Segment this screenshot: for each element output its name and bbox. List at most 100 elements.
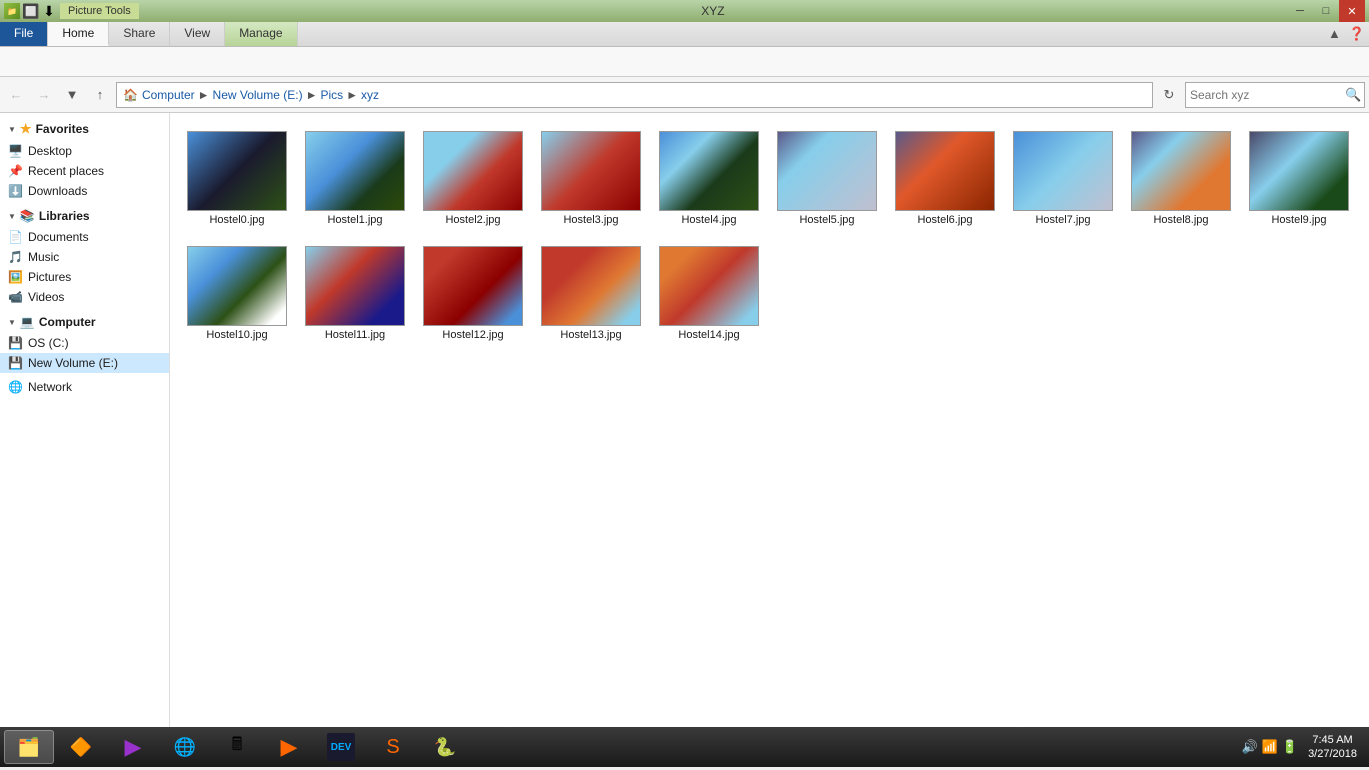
volume-e-icon: 💾 (8, 356, 23, 370)
file-thumb-11 (305, 246, 405, 326)
file-item-10[interactable]: Hostel10.jpg (182, 240, 292, 347)
file-name-10: Hostel10.jpg (206, 329, 267, 341)
file-name-14: Hostel14.jpg (678, 329, 739, 341)
sidebar-item-documents[interactable]: 📄 Documents (0, 227, 169, 247)
taskbar-item-chrome[interactable]: 🌐 (160, 730, 210, 764)
libraries-icon: 📚 (20, 209, 35, 223)
file-item-14[interactable]: Hostel14.jpg (654, 240, 764, 347)
file-thumb-14 (659, 246, 759, 326)
favorites-header[interactable]: ▼ ★ Favorites (0, 117, 169, 141)
file-item-5[interactable]: Hostel5.jpg (772, 125, 882, 232)
sidebar-item-videos[interactable]: 📹 Videos (0, 287, 169, 307)
battery-icon[interactable]: 🔋 (1282, 739, 1298, 755)
file-name-1: Hostel1.jpg (327, 214, 382, 226)
quick-access-2[interactable]: ⬇ (42, 4, 56, 18)
sublime-icon: S (379, 733, 407, 761)
file-item-12[interactable]: Hostel12.jpg (418, 240, 528, 347)
star-icon: ★ (20, 121, 32, 137)
libraries-header[interactable]: ▼ 📚 Libraries (0, 205, 169, 227)
address-bar: ← → ▼ ↑ 🏠 Computer ► New Volume (E:) ► P… (0, 77, 1369, 113)
tab-share[interactable]: Share (109, 22, 170, 46)
tab-manage[interactable]: Manage (225, 22, 297, 46)
path-volume[interactable]: New Volume (E:) (213, 88, 303, 102)
search-box[interactable]: 🔍 (1185, 82, 1365, 108)
sidebar-item-volume-e[interactable]: 💾 New Volume (E:) (0, 353, 169, 373)
file-item-2[interactable]: Hostel2.jpg (418, 125, 528, 232)
maximize-button[interactable]: □ (1313, 0, 1339, 22)
tab-home[interactable]: Home (48, 22, 109, 46)
taskbar-item-sublime[interactable]: S (368, 730, 418, 764)
file-item-13[interactable]: Hostel13.jpg (536, 240, 646, 347)
file-item-4[interactable]: Hostel4.jpg (654, 125, 764, 232)
file-item-7[interactable]: Hostel7.jpg (1008, 125, 1118, 232)
path-pics[interactable]: Pics (320, 88, 343, 102)
file-item-6[interactable]: Hostel6.jpg (890, 125, 1000, 232)
taskbar-item-calc[interactable]: 🖩 (212, 730, 262, 764)
sidebar-item-osc[interactable]: 💾 OS (C:) (0, 333, 169, 353)
address-path[interactable]: 🏠 Computer ► New Volume (E:) ► Pics ► xy… (116, 82, 1153, 108)
sidebar-item-desktop[interactable]: 🖥️ Desktop (0, 141, 169, 161)
calc-icon: 🖩 (223, 733, 251, 761)
refresh-button[interactable]: ↻ (1157, 83, 1181, 107)
taskbar-clock[interactable]: 7:45 AM 3/27/2018 (1300, 733, 1365, 762)
sidebar-item-recent[interactable]: 📌 Recent places (0, 161, 169, 181)
volume-e-label: New Volume (E:) (28, 356, 118, 370)
taskbar-item-dev[interactable]: DEV (316, 730, 366, 764)
minimize-button[interactable]: ─ (1287, 0, 1313, 22)
ribbon-content (0, 47, 1369, 77)
videos-label: Videos (28, 290, 64, 304)
taskbar-item-player[interactable]: ▶ (264, 730, 314, 764)
clock-time: 7:45 AM (1312, 733, 1352, 747)
search-icon: 🔍 (1345, 87, 1361, 103)
path-xyz[interactable]: xyz (361, 88, 379, 102)
media-icon: ▶ (119, 733, 147, 761)
file-item-9[interactable]: Hostel9.jpg (1244, 125, 1354, 232)
tab-file[interactable]: File (0, 22, 48, 46)
file-item-0[interactable]: Hostel0.jpg (182, 125, 292, 232)
back-button[interactable]: ← (4, 83, 28, 107)
explorer-icon: 🗂️ (15, 733, 43, 761)
forward-button[interactable]: → (32, 83, 56, 107)
path-home-icon: 🏠 (123, 88, 138, 102)
dropdown-button[interactable]: ▼ (60, 83, 84, 107)
file-item-8[interactable]: Hostel8.jpg (1126, 125, 1236, 232)
ribbon-tabs: File Home Share View Manage ▲ ❓ (0, 22, 1369, 47)
close-button[interactable]: ✕ (1339, 0, 1365, 22)
sidebar-item-downloads[interactable]: ⬇️ Downloads (0, 181, 169, 201)
taskbar: 🗂️ 🔶 ▶ 🌐 🖩 ▶ DEV S 🐍 🔊 📶 🔋 7:45 AM 3/27/… (0, 727, 1369, 767)
window-icon: 📁 (4, 3, 20, 19)
file-thumb-2 (423, 131, 523, 211)
file-grid: Hostel0.jpg Hostel1.jpg Hostel2.jpgHostel3… (178, 121, 1361, 351)
taskbar-item-python[interactable]: 🐍 (420, 730, 470, 764)
help-btn[interactable]: ❓ (1345, 22, 1369, 46)
file-thumb-1 (305, 131, 405, 211)
tab-view[interactable]: View (170, 22, 225, 46)
file-item-11[interactable]: Hostel11.jpg (300, 240, 410, 347)
app2-icon: 🔶 (67, 733, 95, 761)
sidebar-item-pictures[interactable]: 🖼️ Pictures (0, 267, 169, 287)
title-bar-left: 📁 🔲 ⬇ Picture Tools (4, 3, 139, 19)
taskbar-item-explorer[interactable]: 🗂️ (4, 730, 54, 764)
file-item-3[interactable]: Hostel3.jpg (536, 125, 646, 232)
sidebar-item-network[interactable]: 🌐 Network (0, 377, 169, 397)
network-sys-icon[interactable]: 📶 (1262, 739, 1278, 755)
window-title: XYZ (139, 4, 1287, 18)
taskbar-item-app2[interactable]: 🔶 (56, 730, 106, 764)
desktop-icon: 🖥️ (8, 144, 23, 158)
pictures-label: Pictures (28, 270, 71, 284)
favorites-arrow: ▼ (8, 125, 16, 134)
up-button[interactable]: ↑ (88, 83, 112, 107)
volume-icon[interactable]: 🔊 (1242, 739, 1258, 755)
taskbar-item-media[interactable]: ▶ (108, 730, 158, 764)
ribbon-collapse-btn[interactable]: ▲ (1324, 22, 1345, 46)
file-item-1[interactable]: Hostel1.jpg (300, 125, 410, 232)
path-computer[interactable]: Computer (142, 88, 195, 102)
search-input[interactable] (1190, 88, 1345, 102)
file-thumb-9 (1249, 131, 1349, 211)
file-name-7: Hostel7.jpg (1035, 214, 1090, 226)
file-thumb-13 (541, 246, 641, 326)
sidebar-item-music[interactable]: 🎵 Music (0, 247, 169, 267)
file-thumb-0 (187, 131, 287, 211)
computer-header[interactable]: ▼ 💻 Computer (0, 311, 169, 333)
quick-access-1[interactable]: 🔲 (24, 4, 38, 18)
